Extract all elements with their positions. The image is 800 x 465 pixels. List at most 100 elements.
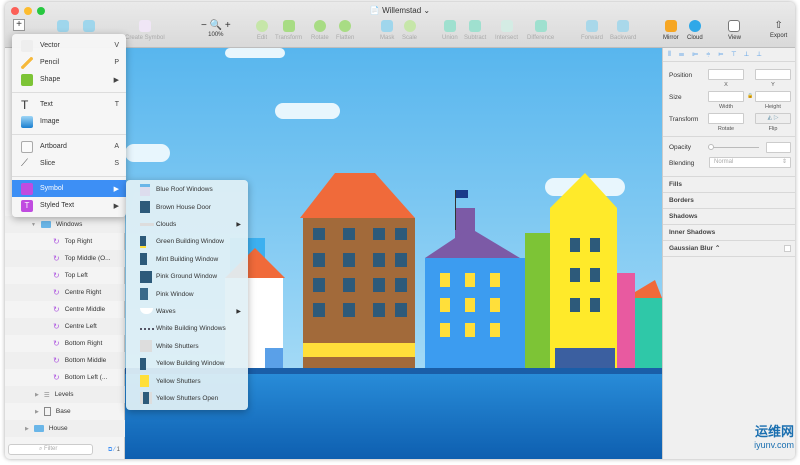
- layer-name: Centre Middle: [64, 306, 106, 313]
- forward-button[interactable]: Forward: [581, 20, 603, 41]
- opacity-slider-handle[interactable]: [708, 144, 714, 150]
- menu-item-artboard[interactable]: Artboard A: [12, 138, 126, 155]
- menu-item-pencil[interactable]: Pencil P: [12, 54, 126, 71]
- layer-name: Bottom Middle: [64, 357, 107, 364]
- cloud-button[interactable]: Cloud: [687, 20, 703, 41]
- ungroup-button[interactable]: [83, 20, 95, 35]
- symbol-item[interactable]: Waves ▶: [126, 303, 248, 320]
- blending-select[interactable]: Normal ⇕: [709, 157, 791, 168]
- union-icon: [443, 20, 456, 32]
- layer-group-levels[interactable]: ▶ ☰ Levels: [5, 386, 125, 403]
- symbol-item[interactable]: Pink Window: [126, 285, 248, 302]
- symbol-item[interactable]: Brown House Door: [126, 198, 248, 215]
- difference-button[interactable]: Difference: [527, 20, 554, 41]
- menu-item-image[interactable]: Image: [12, 113, 126, 130]
- blending-label: Blending: [669, 160, 695, 167]
- disclosure-closed-icon[interactable]: ▶: [35, 392, 39, 398]
- mask-button[interactable]: Mask: [380, 20, 394, 41]
- shutters-open-icon: [140, 392, 152, 405]
- mirror-button[interactable]: Mirror: [663, 20, 679, 41]
- layer-item[interactable]: ↻ Bottom Left (...: [5, 369, 125, 386]
- menu-separator: [12, 176, 126, 177]
- gaussian-blur-section[interactable]: Gaussian Blur ⌃: [663, 240, 795, 256]
- menu-item-styled-text[interactable]: T Styled Text ▶: [12, 197, 126, 214]
- flatten-label: Flatten: [336, 35, 355, 41]
- backward-button[interactable]: Backward: [610, 20, 636, 41]
- menu-item-text[interactable]: T Text T: [12, 96, 126, 113]
- width-label: Width: [718, 104, 734, 110]
- menu-label: Text: [40, 101, 53, 108]
- gaussian-blur-checkbox[interactable]: [784, 245, 791, 252]
- opacity-slider[interactable]: [709, 147, 759, 148]
- layer-item[interactable]: ↻ Centre Middle: [5, 301, 125, 318]
- symbol-label: Green Building Window: [156, 238, 224, 246]
- layer-group-base[interactable]: ▶ Base: [5, 403, 125, 420]
- symbol-item[interactable]: Green Building Window: [126, 233, 248, 250]
- layer-item[interactable]: ↻ Top Left: [5, 267, 125, 284]
- disclosure-open-icon[interactable]: ▼: [31, 222, 36, 228]
- lock-icon[interactable]: 🔒: [747, 93, 753, 99]
- shadows-section[interactable]: Shadows: [663, 208, 795, 224]
- height-input[interactable]: [755, 91, 791, 102]
- symbol-item[interactable]: Mint Building Window: [126, 251, 248, 268]
- layer-item[interactable]: ↻ Centre Right: [5, 284, 125, 301]
- fills-section[interactable]: Fills: [663, 176, 795, 192]
- zoom-control[interactable]: − 🔍 +100%: [201, 20, 231, 38]
- symbol-label: Yellow Building Window: [156, 360, 225, 368]
- y-input[interactable]: [755, 69, 791, 80]
- create-symbol-button[interactable]: Create Symbol: [125, 20, 165, 41]
- symbol-item[interactable]: Pink Ground Window: [126, 268, 248, 285]
- rotate-button[interactable]: Rotate: [311, 20, 329, 41]
- rotate-input[interactable]: [708, 113, 744, 124]
- layer-item[interactable]: ↻ Bottom Right: [5, 335, 125, 352]
- symbol-item[interactable]: Clouds ▶: [126, 216, 248, 233]
- disclosure-closed-icon[interactable]: ▶: [35, 409, 39, 415]
- menu-item-vector[interactable]: Vector V: [12, 37, 126, 54]
- alignment-toolbar[interactable]: ⫴ ☰ ⊫ ≑ ⊨ ⊤ ⊥ ⊥: [663, 48, 795, 62]
- menu-item-shape[interactable]: Shape ▶: [12, 71, 126, 88]
- filter-input[interactable]: ⌕ Filter: [8, 444, 93, 455]
- menu-item-symbol[interactable]: Symbol ▶: [12, 180, 126, 197]
- layer-item[interactable]: ↻ Bottom Middle: [5, 352, 125, 369]
- layer-name: Top Left: [64, 272, 88, 279]
- symbol-item[interactable]: White Shutters: [126, 338, 248, 355]
- layer-group-windows[interactable]: ▼ Windows: [5, 216, 125, 233]
- menu-label: Vector: [40, 42, 60, 49]
- symbol-item[interactable]: Yellow Building Window: [126, 355, 248, 372]
- borders-section[interactable]: Borders: [663, 192, 795, 208]
- subtract-icon: [469, 20, 482, 32]
- symbol-icon: ↻: [53, 322, 60, 331]
- symbol-item[interactable]: Yellow Shutters: [126, 372, 248, 389]
- flatten-button[interactable]: Flatten: [336, 20, 354, 41]
- transform-button[interactable]: Transform: [275, 20, 302, 41]
- group-button[interactable]: [57, 20, 69, 35]
- layer-item[interactable]: ↻ Centre Left: [5, 318, 125, 335]
- filter-options[interactable]: ⧉ ⁄ 1: [108, 447, 120, 454]
- x-input[interactable]: [708, 69, 744, 80]
- flip-buttons[interactable]: ◭ ▷: [755, 113, 791, 124]
- export-button[interactable]: ⇧ Export: [770, 20, 787, 39]
- cloud-icon: [688, 20, 701, 32]
- transform-icon: [282, 20, 295, 32]
- forward-label: Forward: [581, 35, 604, 41]
- insert-button[interactable]: +: [13, 19, 25, 31]
- edit-button[interactable]: Edit: [256, 20, 268, 41]
- symbol-item[interactable]: Blue Roof Windows: [126, 181, 248, 198]
- symbol-item[interactable]: Yellow Shutters Open: [126, 390, 248, 407]
- symbol-item[interactable]: White Building Windows: [126, 320, 248, 337]
- layer-group-house[interactable]: ▶ House: [5, 420, 125, 437]
- opacity-input[interactable]: [766, 142, 791, 153]
- union-button[interactable]: Union: [442, 20, 458, 41]
- inner-shadows-section[interactable]: Inner Shadows: [663, 224, 795, 240]
- view-button[interactable]: View: [728, 20, 741, 41]
- menu-item-slice[interactable]: ⟋ Slice S: [12, 155, 126, 172]
- intersect-button[interactable]: Intersect: [495, 20, 518, 41]
- symbol-icon: [138, 20, 151, 32]
- width-input[interactable]: [708, 91, 744, 102]
- disclosure-closed-icon[interactable]: ▶: [25, 426, 29, 432]
- layer-item[interactable]: ↻ Top Middle (O...: [5, 250, 125, 267]
- subtract-button[interactable]: Subtract: [464, 20, 486, 41]
- scale-button[interactable]: Scale: [402, 20, 417, 41]
- backward-icon: [617, 20, 630, 32]
- layer-item[interactable]: ↻ Top Right: [5, 233, 125, 250]
